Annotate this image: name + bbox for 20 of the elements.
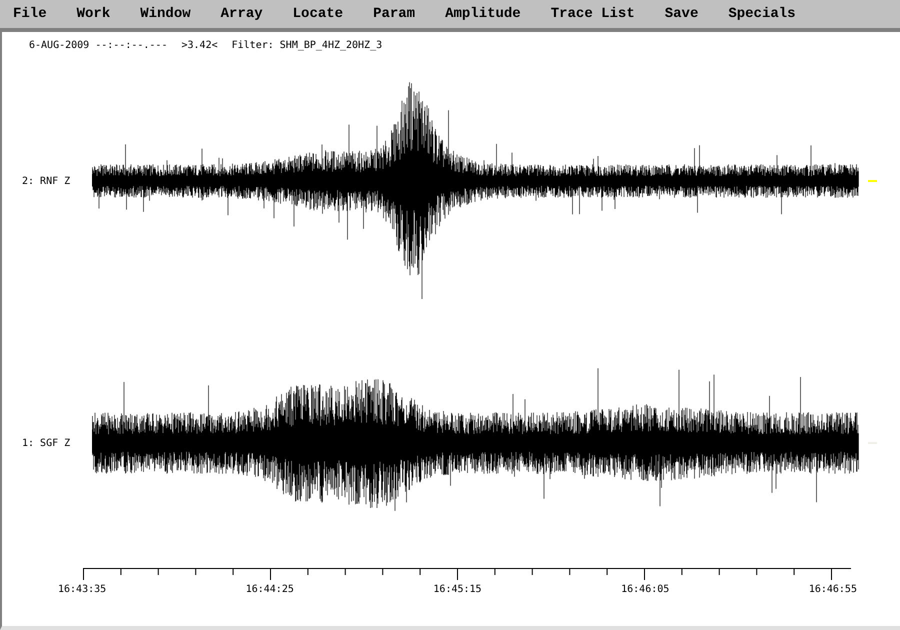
menu-item[interactable]: File <box>6 6 58 22</box>
menu-item[interactable]: Save <box>658 6 710 22</box>
menu-item[interactable]: Work <box>70 6 122 22</box>
menu-item[interactable]: Param <box>366 6 426 22</box>
menu-item[interactable]: Window <box>133 6 202 22</box>
menu-item[interactable]: Locate <box>286 6 354 22</box>
filter-text: Filter: SHM_BP_4HZ_20HZ_3 <box>232 40 382 53</box>
menu-item[interactable]: Amplitude <box>438 6 532 22</box>
amplitude-text: >3.42< <box>181 40 218 53</box>
time-label: 16:43:35 <box>58 584 106 595</box>
time-label: 16:44:25 <box>246 584 294 595</box>
time-label: 16:46:55 <box>808 584 857 595</box>
trace-label: 2: RNF Z <box>21 176 72 186</box>
time-label: 16:46:05 <box>621 584 670 595</box>
trace-label: 1: SGF Z <box>21 438 72 448</box>
date-time-text: 6-AUG-2009 --:--:--.--- <box>29 40 168 53</box>
time-label: 16:45:15 <box>433 584 482 595</box>
menu-item[interactable]: Array <box>214 6 274 22</box>
menu-item[interactable]: Trace List <box>544 6 646 22</box>
menu-item[interactable]: Specials <box>721 6 807 22</box>
